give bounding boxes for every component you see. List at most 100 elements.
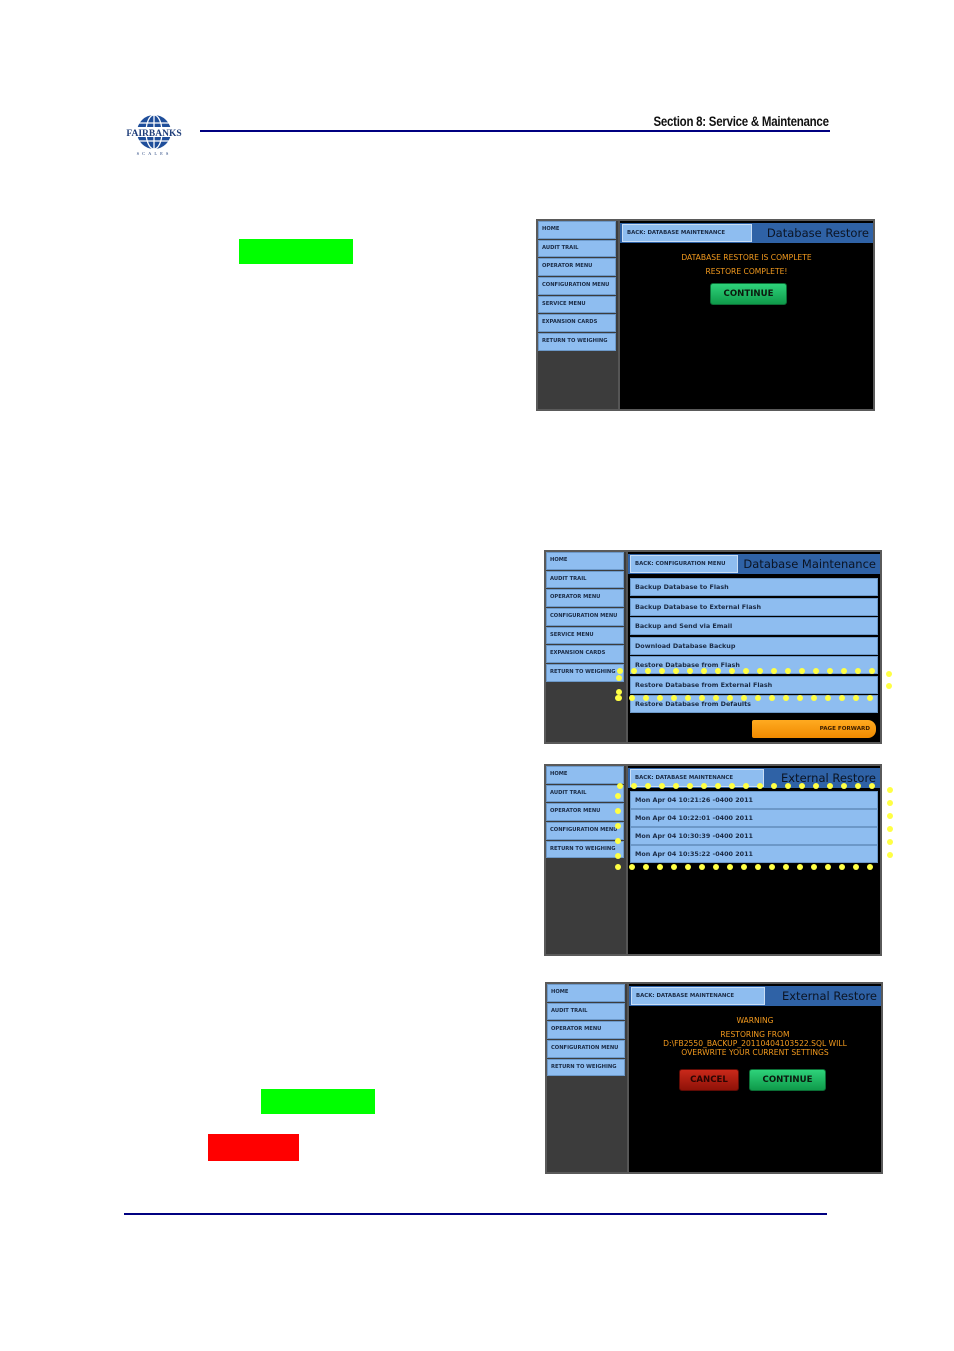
- menu-item-backup-email[interactable]: Backup and Send via Email: [630, 617, 878, 635]
- highlight-dot: [887, 813, 893, 819]
- highlight-dot: [741, 864, 747, 870]
- back-button[interactable]: BACK: CONFIGURATION MENU: [630, 555, 738, 573]
- highlight-dot: [757, 668, 763, 674]
- highlight-dot: [615, 793, 621, 799]
- highlight-dot: [701, 668, 707, 674]
- highlight-dot: [886, 683, 892, 689]
- sidebar-item-audit-trail[interactable]: AUDIT TRAIL: [547, 1002, 625, 1021]
- highlight-dot: [853, 695, 859, 701]
- highlight-dot: [743, 783, 749, 789]
- sidebar-item-home[interactable]: HOME: [538, 221, 616, 239]
- highlight-dot: [673, 783, 679, 789]
- svg-text:SCALES: SCALES: [137, 151, 172, 156]
- highlight-dot: [825, 864, 831, 870]
- main-panel: BACK: DATABASE MAINTENANCE Database Rest…: [618, 221, 873, 409]
- highlight-dot: [783, 864, 789, 870]
- sidebar-item-home[interactable]: HOME: [547, 984, 625, 1002]
- menu-item-backup-external-flash[interactable]: Backup Database to External Flash: [630, 597, 878, 616]
- external-restore-warning-screen: HOME AUDIT TRAIL OPERATOR MENU CONFIGURA…: [545, 982, 883, 1174]
- highlight-dot: [629, 695, 635, 701]
- highlight-dot: [657, 695, 663, 701]
- cancel-button[interactable]: CANCEL: [679, 1069, 739, 1091]
- highlight-dot: [615, 864, 621, 870]
- highlight-dot: [887, 800, 893, 806]
- sidebar-nav: HOME AUDIT TRAIL OPERATOR MENU CONFIGURA…: [546, 766, 624, 859]
- menu-item-restore-external-flash[interactable]: Restore Database from External Flash: [630, 675, 878, 694]
- highlight-dot: [827, 783, 833, 789]
- highlight-dot: [785, 783, 791, 789]
- sidebar-item-configuration-menu[interactable]: CONFIGURATION MENU: [538, 277, 616, 295]
- highlight-dot: [783, 695, 789, 701]
- highlight-dot: [617, 783, 623, 789]
- status-message: DATABASE RESTORE IS COMPLETE: [681, 253, 812, 262]
- main-panel: BACK: DATABASE MAINTENANCE External Rest…: [626, 766, 880, 954]
- sidebar-item-configuration-menu[interactable]: CONFIGURATION MENU: [547, 1040, 625, 1058]
- back-button[interactable]: BACK: DATABASE MAINTENANCE: [622, 224, 752, 242]
- sidebar-item-operator-menu[interactable]: OPERATOR MENU: [546, 803, 624, 821]
- backup-file-row[interactable]: Mon Apr 04 10:22:01 -0400 2011: [630, 809, 878, 827]
- sidebar-item-audit-trail[interactable]: AUDIT TRAIL: [546, 570, 624, 589]
- highlight-dot: [853, 864, 859, 870]
- highlight-dot: [631, 783, 637, 789]
- backup-file-row[interactable]: Mon Apr 04 10:21:26 -0400 2011: [630, 791, 878, 809]
- highlight-dot: [687, 783, 693, 789]
- highlight-dot: [839, 695, 845, 701]
- highlight-dot: [616, 695, 622, 701]
- menu-item-backup-flash[interactable]: Backup Database to Flash: [630, 578, 878, 596]
- sidebar-item-configuration-menu[interactable]: CONFIGURATION MENU: [546, 608, 624, 626]
- highlight-dot: [869, 783, 875, 789]
- highlight-dot: [867, 864, 873, 870]
- highlight-dot: [869, 668, 875, 674]
- sidebar-item-service-menu[interactable]: SERVICE MENU: [546, 626, 624, 645]
- highlight-dot: [813, 783, 819, 789]
- highlight-dot: [811, 695, 817, 701]
- sidebar-item-home[interactable]: HOME: [546, 766, 624, 784]
- page-forward-button[interactable]: PAGE FORWARD: [752, 720, 876, 738]
- highlight-dot: [715, 783, 721, 789]
- sidebar-item-return-to-weighing[interactable]: RETURN TO WEIGHING: [538, 333, 616, 351]
- sidebar-item-audit-trail[interactable]: AUDIT TRAIL: [538, 239, 616, 258]
- sidebar-item-configuration-menu[interactable]: CONFIGURATION MENU: [546, 822, 624, 840]
- highlight-dot: [813, 668, 819, 674]
- sidebar-item-return-to-weighing[interactable]: RETURN TO WEIGHING: [547, 1058, 625, 1077]
- highlight-dot: [657, 864, 663, 870]
- continue-highlight-marker: [239, 239, 353, 264]
- menu-item-download-backup[interactable]: Download Database Backup: [630, 636, 878, 655]
- sidebar-item-service-menu[interactable]: SERVICE MENU: [538, 295, 616, 314]
- title-bar: BACK: DATABASE MAINTENANCE Database Rest…: [620, 223, 873, 243]
- highlight-dot: [769, 864, 775, 870]
- sidebar-item-expansion-cards[interactable]: EXPANSION CARDS: [546, 645, 624, 663]
- highlight-dot: [615, 838, 621, 844]
- sidebar-item-home[interactable]: HOME: [546, 552, 624, 570]
- highlight-dot: [685, 695, 691, 701]
- highlight-dot: [799, 668, 805, 674]
- backup-file-row[interactable]: Mon Apr 04 10:35:22 -0400 2011: [630, 845, 878, 863]
- highlight-dot: [887, 852, 893, 858]
- highlight-dot: [671, 695, 677, 701]
- sidebar-nav: HOME AUDIT TRAIL OPERATOR MENU CONFIGURA…: [538, 221, 616, 352]
- sidebar-item-expansion-cards[interactable]: EXPANSION CARDS: [538, 314, 616, 332]
- highlight-dot: [643, 864, 649, 870]
- warning-message: OVERWRITE YOUR CURRENT SETTINGS: [681, 1048, 829, 1057]
- cancel-highlight-marker: [208, 1134, 299, 1161]
- highlight-dot: [811, 864, 817, 870]
- sidebar-nav: HOME AUDIT TRAIL OPERATOR MENU CONFIGURA…: [547, 984, 625, 1077]
- backup-file-row[interactable]: Mon Apr 04 10:30:39 -0400 2011: [630, 827, 878, 845]
- highlight-dot: [615, 823, 621, 829]
- sidebar-item-operator-menu[interactable]: OPERATOR MENU: [538, 258, 616, 276]
- highlight-dot: [729, 668, 735, 674]
- database-restore-screen: HOME AUDIT TRAIL OPERATOR MENU CONFIGURA…: [536, 219, 875, 411]
- sidebar-item-operator-menu[interactable]: OPERATOR MENU: [547, 1021, 625, 1039]
- highlight-dot: [645, 783, 651, 789]
- sidebar-nav: HOME AUDIT TRAIL OPERATOR MENU CONFIGURA…: [546, 552, 624, 683]
- sidebar-item-operator-menu[interactable]: OPERATOR MENU: [546, 589, 624, 607]
- sidebar-item-return-to-weighing[interactable]: RETURN TO WEIGHING: [546, 840, 624, 859]
- sidebar-item-return-to-weighing[interactable]: RETURN TO WEIGHING: [546, 664, 624, 682]
- continue-button[interactable]: CONTINUE: [710, 283, 787, 305]
- screen-title: External Restore: [781, 989, 877, 1003]
- main-panel: BACK: CONFIGURATION MENU Database Mainte…: [626, 552, 880, 742]
- sidebar-item-audit-trail[interactable]: AUDIT TRAIL: [546, 784, 624, 803]
- title-bar: BACK: CONFIGURATION MENU Database Mainte…: [628, 554, 880, 574]
- continue-button[interactable]: CONTINUE: [749, 1069, 826, 1091]
- back-button[interactable]: BACK: DATABASE MAINTENANCE: [631, 987, 765, 1005]
